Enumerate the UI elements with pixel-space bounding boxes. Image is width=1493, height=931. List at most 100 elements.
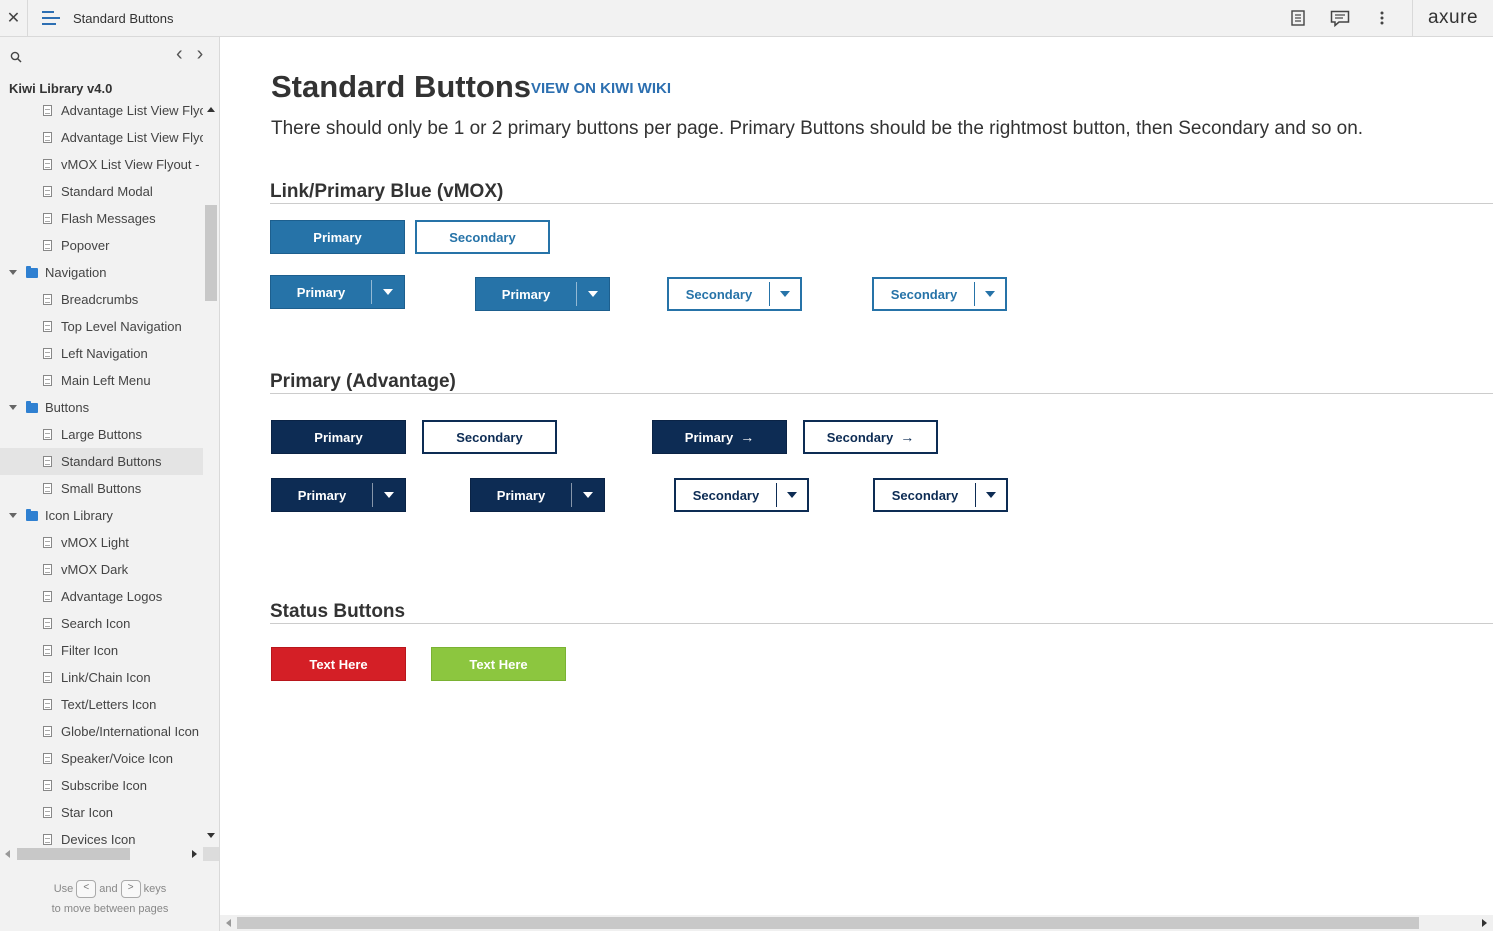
- page-horizontal-scrollbar[interactable]: [220, 915, 1493, 931]
- scroll-thumb[interactable]: [17, 848, 130, 860]
- page-icon: [43, 348, 52, 359]
- scroll-right-icon[interactable]: [192, 850, 197, 858]
- sidebar-item-label: Link/Chain Icon: [61, 670, 151, 685]
- page-icon: [43, 105, 52, 116]
- primary-button[interactable]: Primary: [270, 220, 405, 254]
- chevron-down-icon[interactable]: [976, 492, 1006, 498]
- sidebar-page-item[interactable]: vMOX Dark: [0, 556, 203, 583]
- scroll-left-icon[interactable]: [5, 850, 10, 858]
- sidebar-page-item[interactable]: Standard Modal: [0, 178, 203, 205]
- section-divider: [270, 203, 1493, 204]
- scroll-thumb[interactable]: [205, 205, 217, 301]
- page-icon: [43, 726, 52, 737]
- sidebar-page-item[interactable]: Search Icon: [0, 610, 203, 637]
- chevron-down-icon[interactable]: [777, 492, 807, 498]
- page-icon: [43, 132, 52, 143]
- primary-split-button[interactable]: Primary: [475, 277, 610, 311]
- caret-down-icon[interactable]: [9, 513, 17, 518]
- sidebar-folder[interactable]: Navigation: [0, 259, 203, 286]
- sidebar-vertical-scrollbar[interactable]: [204, 97, 218, 845]
- sidebar-item-label: Main Left Menu: [61, 373, 151, 388]
- next-page-icon[interactable]: ›: [197, 44, 204, 64]
- arrow-right-icon: →: [900, 429, 915, 445]
- page-icon: [43, 375, 52, 386]
- scroll-down-icon[interactable]: [207, 833, 215, 838]
- axure-logo[interactable]: axure: [1412, 0, 1493, 36]
- sidebar-page-item[interactable]: vMOX List View Flyout - S: [0, 151, 203, 178]
- primary-arrow-button[interactable]: Primary →: [652, 420, 787, 454]
- sidebar-horizontal-scrollbar[interactable]: [0, 847, 219, 861]
- secondary-split-button[interactable]: Secondary: [872, 277, 1007, 311]
- caret-down-icon[interactable]: [9, 270, 17, 275]
- sidebar-page-item[interactable]: Top Level Navigation: [0, 313, 203, 340]
- sidebar-page-item[interactable]: Advantage Logos: [0, 583, 203, 610]
- sidebar-page-item[interactable]: Popover: [0, 232, 203, 259]
- secondary-split-button[interactable]: Secondary: [873, 478, 1008, 512]
- sitemap-menu-icon[interactable]: [42, 10, 60, 26]
- primary-button[interactable]: Primary: [271, 420, 406, 454]
- scroll-right-icon[interactable]: [1482, 919, 1487, 927]
- comments-icon[interactable]: [1319, 0, 1361, 36]
- sidebar-page-item[interactable]: Globe/International Icon: [0, 718, 203, 745]
- sidebar-page-item[interactable]: Flash Messages: [0, 205, 203, 232]
- sidebar-page-item[interactable]: Small Buttons: [0, 475, 203, 502]
- secondary-button[interactable]: Secondary: [422, 420, 557, 454]
- prev-key-icon: <: [76, 880, 97, 899]
- sidebar-folder[interactable]: Buttons: [0, 394, 203, 421]
- sidebar-page-item[interactable]: Star Icon: [0, 799, 203, 826]
- button-label: Secondary: [692, 487, 760, 503]
- view-on-wiki-link[interactable]: VIEW ON KIWI WIKI: [531, 80, 671, 97]
- hint-text: Use: [53, 883, 74, 895]
- caret-down-icon[interactable]: [9, 405, 17, 410]
- search-icon[interactable]: [10, 50, 22, 68]
- sidebar-page-item[interactable]: Large Buttons: [0, 421, 203, 448]
- hint-text: to move between pages: [51, 903, 169, 915]
- button-label: Secondary: [826, 429, 894, 445]
- secondary-split-button[interactable]: Secondary: [674, 478, 809, 512]
- sidebar-item-label: Search Icon: [61, 616, 131, 631]
- sidebar-page-item[interactable]: Advantage List View Flyout: [0, 124, 203, 151]
- secondary-split-button[interactable]: Secondary: [667, 277, 802, 311]
- chevron-down-icon[interactable]: [770, 291, 800, 297]
- chevron-down-icon[interactable]: [372, 289, 404, 295]
- scroll-thumb[interactable]: [237, 917, 1419, 929]
- button-label: Secondary: [890, 286, 958, 302]
- section-heading-advantage: Primary (Advantage): [270, 371, 456, 392]
- folder-icon: [26, 508, 38, 521]
- secondary-button[interactable]: Secondary: [415, 220, 550, 254]
- sidebar-page-item[interactable]: Speaker/Voice Icon: [0, 745, 203, 772]
- sidebar-page-item[interactable]: Left Navigation: [0, 340, 203, 367]
- primary-split-button[interactable]: Primary: [270, 275, 405, 309]
- sidebar-page-item[interactable]: Devices Icon: [0, 826, 203, 845]
- sidebar-page-item[interactable]: vMOX Light: [0, 529, 203, 556]
- primary-split-button[interactable]: Primary: [271, 478, 406, 512]
- chevron-down-icon[interactable]: [572, 492, 604, 498]
- hint-text: and: [99, 883, 118, 895]
- sidebar-page-item[interactable]: Main Left Menu: [0, 367, 203, 394]
- sidebar-page-item[interactable]: Text/Letters Icon: [0, 691, 203, 718]
- chevron-down-icon[interactable]: [577, 291, 609, 297]
- primary-split-button[interactable]: Primary: [470, 478, 605, 512]
- sidebar-page-item[interactable]: Link/Chain Icon: [0, 664, 203, 691]
- sidebar-page-item[interactable]: Subscribe Icon: [0, 772, 203, 799]
- sidebar-item-label: vMOX Dark: [61, 562, 129, 577]
- success-button[interactable]: Text Here: [431, 647, 566, 681]
- sidebar-page-item[interactable]: Filter Icon: [0, 637, 203, 664]
- top-toolbar: ✕ Standard Buttons axure: [0, 0, 1493, 37]
- secondary-arrow-button[interactable]: Secondary →: [803, 420, 938, 454]
- sidebar-page-item[interactable]: Standard Buttons: [0, 448, 203, 475]
- previous-page-icon[interactable]: ‹: [176, 44, 183, 64]
- sidebar-folder[interactable]: Icon Library: [0, 502, 203, 529]
- danger-button[interactable]: Text Here: [271, 647, 406, 681]
- sidebar-item-label: Text/Letters Icon: [61, 697, 157, 712]
- chevron-down-icon[interactable]: [975, 291, 1005, 297]
- more-icon[interactable]: [1361, 0, 1403, 36]
- chevron-down-icon[interactable]: [373, 492, 405, 498]
- close-sidebar-button[interactable]: ✕: [0, 0, 28, 36]
- sidebar-page-item[interactable]: Advantage List View Flyout: [0, 97, 203, 124]
- scroll-left-icon[interactable]: [226, 919, 231, 927]
- notes-icon[interactable]: [1277, 0, 1319, 36]
- scroll-up-icon[interactable]: [207, 107, 215, 112]
- button-label: Primary: [296, 284, 346, 300]
- sidebar-page-item[interactable]: Breadcrumbs: [0, 286, 203, 313]
